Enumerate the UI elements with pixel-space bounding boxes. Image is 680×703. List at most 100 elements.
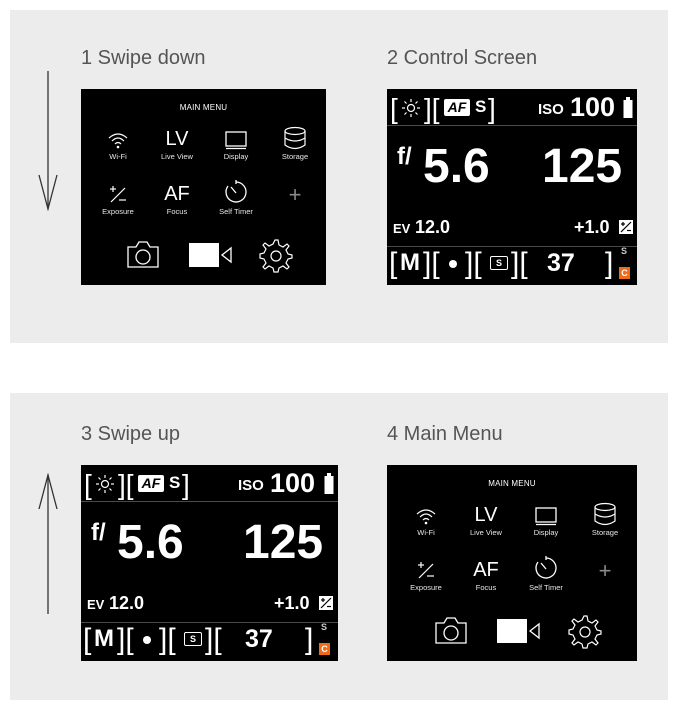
iso-label: ISO	[238, 477, 264, 494]
menu-item-add[interactable]: +	[577, 555, 633, 582]
top-panel: 1 Swipe down 2 Control Screen MAIN MENU …	[10, 10, 668, 343]
swipe-down-arrow-icon	[38, 71, 58, 212]
live-view-icon: LV	[474, 504, 498, 526]
menu-item-storage[interactable]: Storage	[267, 124, 323, 161]
menu-item-label: Live View	[161, 152, 193, 161]
bottom-panel: 3 Swipe up 4 Main Menu [ ][ AF S ] ISO 1…	[10, 393, 668, 700]
video-icon[interactable]	[188, 241, 234, 269]
exposure-comp[interactable]: +1.0	[274, 593, 310, 614]
card-indicator: C	[319, 643, 330, 655]
aperture-prefix: f/	[91, 519, 106, 546]
menu-item-display[interactable]: Display	[208, 124, 264, 161]
battery-icon	[324, 473, 334, 494]
menu-item-live-view[interactable]: LV Live View	[458, 500, 514, 537]
menu-item-label: Display	[223, 152, 249, 161]
focus-icon: AF	[164, 183, 190, 205]
menu-item-display[interactable]: Display	[518, 500, 574, 537]
exposure-mode[interactable]: M	[400, 249, 420, 277]
main-menu-screen[interactable]: MAIN MENU Wi-Fi LV Live View Display Sto…	[81, 89, 326, 285]
menu-item-label: Storage	[591, 528, 619, 537]
settings-icon[interactable]	[566, 613, 602, 649]
shutter-value[interactable]: 125	[243, 515, 323, 570]
self-timer-icon	[535, 556, 557, 579]
storage-icon	[284, 126, 306, 150]
sun-icon[interactable]	[401, 98, 421, 118]
control-screen[interactable]: [ ][ AF S ] ISO 100 f/ 5.6 125 EV 12.0 +…	[387, 89, 637, 285]
menu-item-label: Focus	[166, 207, 188, 216]
exposure-icon	[418, 562, 434, 579]
storage-letter: S	[321, 622, 328, 632]
exposure-comp-icon	[319, 596, 333, 610]
ev-value: 12.0	[415, 217, 451, 237]
exposure-comp[interactable]: +1.0	[574, 217, 610, 238]
video-icon[interactable]	[496, 617, 542, 645]
menu-item-label: Exposure	[102, 207, 134, 216]
storage-icon	[594, 502, 616, 526]
settings-icon[interactable]	[257, 237, 293, 273]
aperture-value[interactable]: 5.6	[423, 139, 490, 194]
step-3-label: 3 Swipe up	[81, 423, 180, 445]
spot-meter-icon[interactable]	[448, 259, 458, 269]
exposure-comp-icon	[619, 220, 633, 234]
main-menu-title: MAIN MENU	[488, 479, 536, 488]
menu-item-focus[interactable]: AF Focus	[458, 555, 514, 592]
plus-icon: +	[288, 182, 302, 207]
menu-item-label: Self Timer	[219, 207, 253, 216]
menu-item-storage[interactable]: Storage	[577, 500, 633, 537]
wifi-icon	[416, 509, 436, 525]
menu-item-exposure[interactable]: Exposure	[398, 555, 454, 592]
menu-item-live-view[interactable]: LV Live View	[149, 124, 205, 161]
step-1-label: 1 Swipe down	[81, 47, 206, 69]
menu-item-self-timer[interactable]: Self Timer	[208, 179, 264, 216]
camera-icon[interactable]	[434, 615, 468, 645]
menu-item-label: Live View	[470, 528, 502, 537]
iso-value[interactable]: 100	[270, 468, 315, 499]
exposure-mode[interactable]: M	[94, 625, 114, 653]
drive-mode-badge[interactable]: S	[184, 632, 202, 646]
drive-mode-badge[interactable]: S	[490, 256, 508, 270]
ev-label: EV	[393, 221, 411, 236]
aperture-value[interactable]: 5.6	[117, 515, 184, 570]
display-icon	[225, 131, 247, 150]
live-view-icon: LV	[165, 128, 189, 150]
af-mode: S	[475, 97, 487, 116]
self-timer-icon	[225, 180, 247, 203]
menu-item-wifi[interactable]: Wi-Fi	[90, 124, 146, 161]
spot-meter-icon[interactable]	[142, 635, 152, 645]
menu-item-label: Exposure	[410, 583, 442, 592]
step-2-label: 2 Control Screen	[387, 47, 538, 69]
main-menu-title: MAIN MENU	[179, 103, 228, 112]
menu-item-self-timer[interactable]: Self Timer	[518, 555, 574, 592]
step-4-label: 4 Main Menu	[387, 423, 503, 445]
menu-item-focus[interactable]: AF Focus	[149, 179, 205, 216]
aperture-prefix: f/	[397, 143, 412, 170]
menu-item-add[interactable]: +	[267, 179, 323, 207]
shots-remaining: 37	[547, 249, 575, 277]
swipe-up-arrow-icon	[38, 473, 58, 614]
exposure-icon	[110, 186, 126, 203]
ev-label: EV	[87, 597, 105, 612]
sun-icon[interactable]	[95, 474, 115, 494]
menu-item-exposure[interactable]: Exposure	[90, 179, 146, 216]
camera-icon[interactable]	[126, 239, 160, 269]
menu-item-label: Self Timer	[529, 583, 563, 592]
main-menu-screen[interactable]: MAIN MENU Wi-Fi LV Live View Display Sto…	[387, 465, 637, 661]
card-indicator: C	[619, 267, 630, 279]
menu-item-wifi[interactable]: Wi-Fi	[398, 500, 454, 537]
shots-remaining: 37	[245, 625, 273, 653]
shutter-value[interactable]: 125	[542, 139, 622, 194]
af-badge[interactable]: AF	[138, 475, 164, 492]
ev-value: 12.0	[109, 593, 145, 613]
af-badge[interactable]: AF	[444, 99, 470, 116]
iso-label: ISO	[538, 101, 564, 118]
menu-item-label: Storage	[281, 152, 309, 161]
control-screen[interactable]: [ ][ AF S ] ISO 100 f/ 5.6 125 EV 12.0 +…	[81, 465, 338, 661]
menu-item-label: Wi-Fi	[109, 152, 127, 161]
battery-icon	[623, 97, 633, 118]
menu-item-label: Focus	[475, 583, 497, 592]
menu-item-label: Display	[533, 528, 559, 537]
iso-value[interactable]: 100	[570, 92, 615, 123]
wifi-icon	[108, 133, 128, 149]
display-icon	[535, 507, 557, 526]
storage-letter: S	[621, 246, 628, 256]
